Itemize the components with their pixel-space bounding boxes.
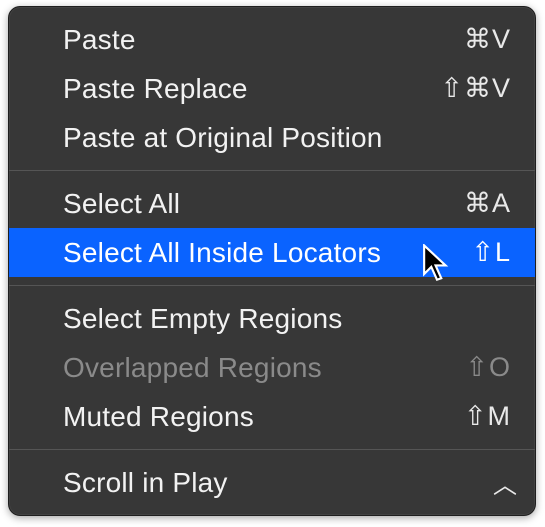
menu-item-label: Paste Replace [63, 73, 401, 105]
menu-separator [9, 170, 535, 171]
menu-item-label: Paste at Original Position [63, 122, 401, 154]
menu-item-label: Select Empty Regions [63, 303, 401, 335]
menu-item-select-all-inside-locators[interactable]: Select All Inside Locators ⇧L [9, 228, 535, 277]
menu-item-shortcut: ⌘V [401, 24, 511, 55]
menu-item-overlapped-regions: Overlapped Regions ⇧O [9, 343, 535, 392]
menu-item-paste-at-original-position[interactable]: Paste at Original Position [9, 113, 535, 162]
menu-item-scroll-in-play[interactable]: Scroll in Play ︿ [9, 458, 535, 507]
menu-separator [9, 449, 535, 450]
menu-item-paste[interactable]: Paste ⌘V [9, 15, 535, 64]
context-menu[interactable]: Paste ⌘V Paste Replace ⇧⌘V Paste at Orig… [8, 6, 536, 516]
menu-item-shortcut: ⌘A [401, 188, 511, 219]
menu-item-label: Select All [63, 188, 401, 220]
menu-item-muted-regions[interactable]: Muted Regions ⇧M [9, 392, 535, 441]
menu-item-label: Paste [63, 24, 401, 56]
menu-item-label: Overlapped Regions [63, 352, 401, 384]
menu-item-select-empty-regions[interactable]: Select Empty Regions [9, 294, 535, 343]
menu-item-label: Scroll in Play [63, 467, 493, 499]
menu-item-label: Select All Inside Locators [63, 237, 401, 269]
menu-item-paste-replace[interactable]: Paste Replace ⇧⌘V [9, 64, 535, 113]
menu-item-label: Muted Regions [63, 401, 401, 433]
menu-separator [9, 285, 535, 286]
menu-item-shortcut: ⇧⌘V [401, 73, 511, 104]
submenu-indicator-icon: ︿ [493, 465, 511, 500]
menu-item-shortcut: ⇧L [401, 237, 511, 268]
menu-item-shortcut: ⇧O [401, 352, 511, 383]
menu-item-shortcut: ⇧M [401, 401, 511, 432]
menu-item-select-all[interactable]: Select All ⌘A [9, 179, 535, 228]
